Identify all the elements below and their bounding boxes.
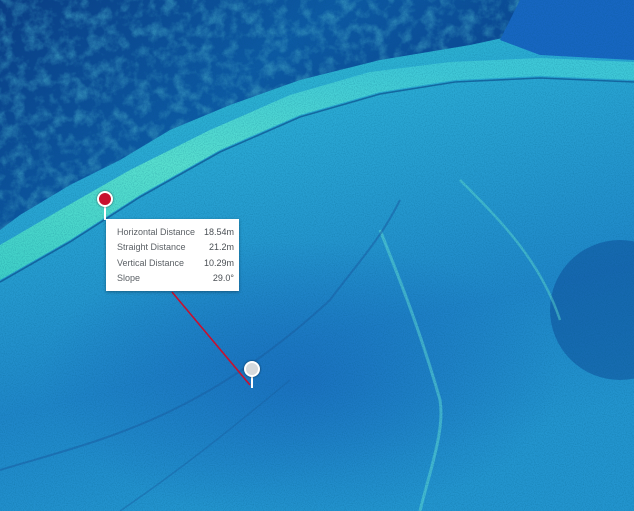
map-pin-icon[interactable] xyxy=(244,361,260,377)
horizontal-distance-value: 18.54m xyxy=(203,226,234,237)
vertical-distance-label: Vertical Distance xyxy=(117,257,185,268)
straight-distance-value: 21.2m xyxy=(208,242,234,253)
end-pin-stem xyxy=(251,376,253,388)
measurement-info-panel: Horizontal Distance 18.54m Straight Dist… xyxy=(106,219,239,291)
vertical-distance-value: 10.29m xyxy=(203,257,234,268)
slope-label: Slope xyxy=(117,273,141,284)
slope-row: Slope 29.0° xyxy=(117,271,234,287)
horizontal-distance-row: Horizontal Distance 18.54m xyxy=(117,224,234,240)
straight-distance-row: Straight Distance 21.2m xyxy=(117,240,234,256)
vertical-distance-row: Vertical Distance 10.29m xyxy=(117,255,234,271)
map-viewport[interactable]: Horizontal Distance 18.54m Straight Dist… xyxy=(0,0,634,511)
start-pin-stem xyxy=(104,206,106,220)
slope-value: 29.0° xyxy=(212,273,234,284)
straight-distance-label: Straight Distance xyxy=(117,242,186,253)
map-pin-icon[interactable] xyxy=(97,191,113,207)
horizontal-distance-label: Horizontal Distance xyxy=(117,226,196,237)
terrain-map[interactable] xyxy=(0,0,634,511)
